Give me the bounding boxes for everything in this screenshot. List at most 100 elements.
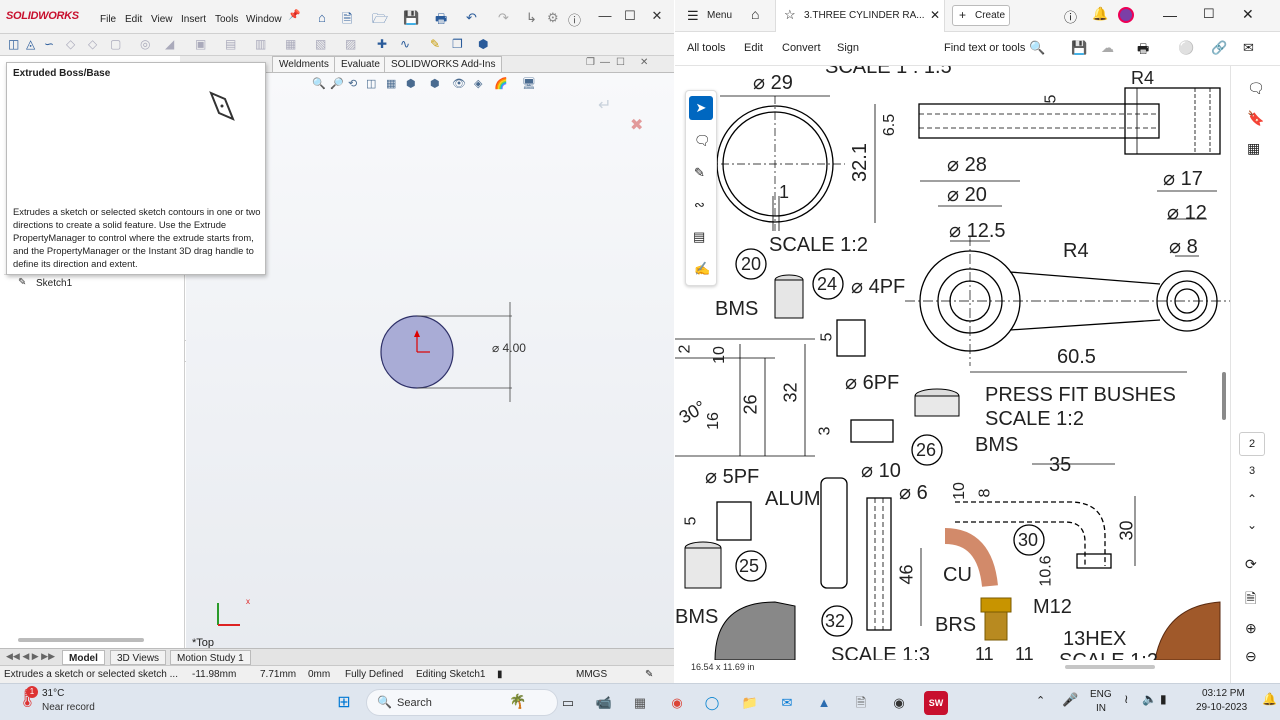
- language-in[interactable]: IN: [1096, 703, 1106, 714]
- bookmark-icon[interactable]: 🔖: [1247, 110, 1264, 127]
- close-icon[interactable]: ✕: [646, 6, 668, 26]
- view-orientation-icon[interactable]: ⬢: [406, 77, 416, 90]
- menu-edit[interactable]: Edit: [125, 14, 142, 25]
- draw-icon[interactable]: ∾: [694, 197, 705, 213]
- comments-icon[interactable]: 🗨: [1247, 80, 1265, 97]
- rebuild-status-icon[interactable]: ▮: [497, 669, 503, 680]
- open-icon[interactable]: 🗁: [372, 10, 388, 32]
- close-tab-icon[interactable]: ✕: [930, 8, 940, 22]
- language-eng[interactable]: ENG: [1090, 689, 1112, 700]
- maximize-doc-icon[interactable]: ☐: [616, 57, 625, 68]
- teams-icon[interactable]: 📹: [592, 691, 616, 715]
- add-comment-icon[interactable]: 🗨: [694, 133, 711, 149]
- tab-evaluate[interactable]: Evaluate: [334, 56, 387, 72]
- chrome-icon[interactable]: ◉: [665, 691, 689, 715]
- undo-icon[interactable]: ↶: [466, 10, 477, 26]
- volume-icon[interactable]: 🔈: [1142, 692, 1157, 706]
- hamburger-icon[interactable]: ☰: [687, 8, 699, 24]
- new-doc-icon[interactable]: 🗎: [342, 10, 352, 32]
- cancel-sketch-icon[interactable]: ✖: [630, 115, 643, 135]
- copy-icon[interactable]: ❐: [452, 37, 463, 51]
- minimize-icon[interactable]: —: [594, 6, 616, 26]
- microphone-icon[interactable]: 🎤: [1062, 692, 1078, 708]
- star-icon[interactable]: ☆: [784, 7, 796, 23]
- close-icon[interactable]: ✕: [1242, 6, 1254, 23]
- create-button[interactable]: + Create: [952, 5, 1010, 26]
- fillet-icon[interactable]: ◢: [165, 37, 174, 51]
- menu-view[interactable]: View: [151, 14, 173, 25]
- rebuild-icon[interactable]: ⚙: [547, 10, 559, 26]
- home-icon[interactable]: ⌂: [751, 6, 759, 22]
- bell-icon[interactable]: 🔔: [1092, 6, 1108, 22]
- convert-button[interactable]: Convert: [782, 42, 821, 54]
- section-view-icon[interactable]: ◫: [366, 77, 376, 90]
- customize-icon[interactable]: ✎: [645, 669, 653, 680]
- solidworks-taskbar-icon[interactable]: SW: [924, 691, 948, 715]
- notification-icon[interactable]: 🔔: [1262, 692, 1277, 706]
- weather-desc[interactable]: Near record: [42, 702, 95, 713]
- task-view-icon[interactable]: ▭: [556, 691, 580, 715]
- search-box[interactable]: 🔍 Search 🌴: [366, 689, 558, 716]
- reference-geometry-icon[interactable]: ✚: [377, 37, 387, 51]
- pin-icon[interactable]: 📌: [288, 10, 300, 21]
- scene-icon[interactable]: 🌈: [494, 77, 508, 90]
- display-style-icon[interactable]: ⬢: [430, 77, 440, 90]
- wrap-icon[interactable]: ▧: [315, 37, 326, 51]
- email-icon[interactable]: ✉: [1243, 40, 1254, 56]
- status-units[interactable]: MMGS: [576, 669, 607, 680]
- horizontal-scrollbar[interactable]: [1065, 665, 1155, 669]
- home-icon[interactable]: ⌂: [318, 10, 326, 25]
- dynamic-annotation-icon[interactable]: ▦: [386, 77, 396, 90]
- save-icon[interactable]: 💾: [1071, 40, 1087, 56]
- zoom-area-icon[interactable]: 🔎: [330, 77, 344, 90]
- menu-window[interactable]: Window: [246, 14, 282, 25]
- restore-icon[interactable]: ❐: [586, 57, 595, 68]
- boundary-boss-icon[interactable]: ◇: [88, 37, 97, 51]
- find-tools-field[interactable]: Find text or tools: [944, 42, 1025, 54]
- obs-icon[interactable]: ◉: [887, 691, 911, 715]
- tab-weldments[interactable]: Weldments: [272, 56, 336, 72]
- confirmation-corner-icon[interactable]: ↵: [598, 95, 611, 115]
- refresh-icon[interactable]: ⟳: [1245, 556, 1257, 573]
- zoom-in-icon[interactable]: ⊕: [1245, 620, 1257, 637]
- menu-button[interactable]: Menu: [707, 10, 732, 21]
- fill-sign-icon[interactable]: ✍: [694, 261, 710, 277]
- hide-show-icon[interactable]: 👁: [452, 77, 466, 90]
- page-scrollbar[interactable]: [1222, 372, 1226, 420]
- zoom-out-icon[interactable]: ⊖: [1245, 648, 1257, 665]
- menu-insert[interactable]: Insert: [181, 14, 206, 25]
- cube-icon[interactable]: ⬢: [478, 37, 488, 51]
- help-icon[interactable]: ⓘ: [1064, 7, 1077, 26]
- revolved-boss-icon[interactable]: ◬: [26, 37, 35, 51]
- tab-motion-study[interactable]: Motion Study 1: [170, 650, 251, 665]
- lofted-boss-icon[interactable]: ◇: [66, 37, 75, 51]
- pdf-page[interactable]: ⌀ 29 SCALE 1 : 1.5 R4 5 6.5 32.1 1 SCALE…: [675, 66, 1230, 660]
- calculator-icon[interactable]: ▦: [628, 691, 652, 715]
- draft-icon[interactable]: ▥: [255, 37, 266, 51]
- edit-appearance-icon[interactable]: ◈: [474, 77, 482, 90]
- rib-icon[interactable]: ▤: [225, 37, 236, 51]
- instant3d-icon[interactable]: ✎: [430, 37, 440, 51]
- tree-item-sketch1[interactable]: ✎ Sketch1: [4, 274, 180, 290]
- maximize-icon[interactable]: ☐: [1203, 6, 1215, 22]
- diameter-dimension[interactable]: ⌀ 4.00: [492, 341, 526, 355]
- tab-model[interactable]: Model: [62, 650, 105, 665]
- extruded-boss-icon[interactable]: ◫: [8, 37, 19, 51]
- page-current[interactable]: 2: [1239, 432, 1265, 456]
- close-doc-icon[interactable]: ✕: [640, 57, 648, 68]
- file-explorer-icon[interactable]: 📁: [738, 691, 762, 715]
- avatar[interactable]: [1118, 7, 1134, 23]
- wifi-icon[interactable]: ≀: [1124, 692, 1129, 706]
- clock-date[interactable]: 29-10-2023: [1196, 702, 1247, 713]
- tab-scroll-icon[interactable]: ◀◀ ◀ ▶ ▶▶: [6, 651, 55, 662]
- menu-file[interactable]: File: [100, 14, 116, 25]
- tree-scrollbar[interactable]: [18, 638, 144, 642]
- curves-icon[interactable]: ∿: [400, 37, 410, 51]
- tray-chevron-icon[interactable]: ⌃: [1036, 694, 1045, 707]
- minimize-icon[interactable]: —: [1163, 7, 1177, 23]
- upload-icon[interactable]: ☁: [1101, 40, 1114, 56]
- highlight-icon[interactable]: ✎: [694, 165, 705, 181]
- all-tools-button[interactable]: All tools: [687, 42, 726, 54]
- battery-icon[interactable]: ▮: [1160, 692, 1167, 706]
- clock-time[interactable]: 03:12 PM: [1202, 688, 1245, 699]
